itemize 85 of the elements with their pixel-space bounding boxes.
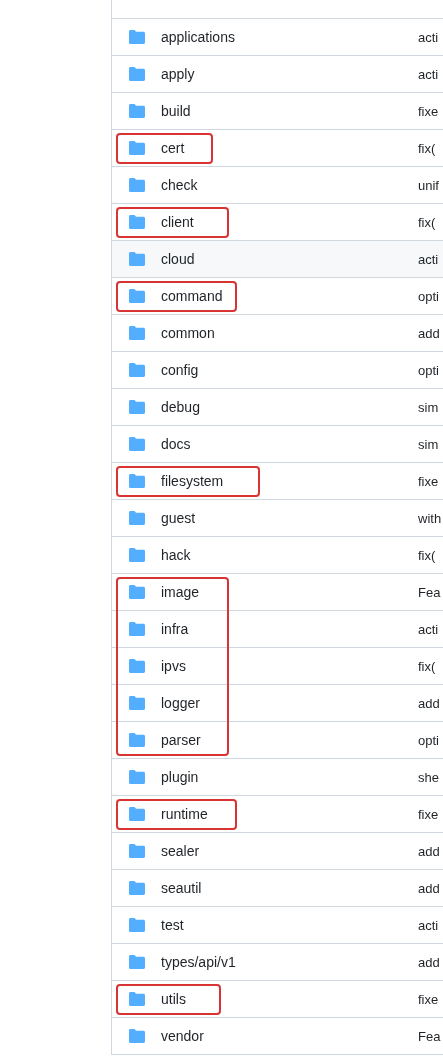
folder-icon <box>129 622 145 636</box>
folder-name[interactable]: cloud <box>161 251 418 267</box>
commit-message[interactable]: sim <box>418 399 439 415</box>
folder-name[interactable]: logger <box>161 695 418 711</box>
folder-icon <box>129 918 145 932</box>
commit-message[interactable]: unif <box>418 177 439 193</box>
folder-name[interactable]: image <box>161 584 418 600</box>
folder-name[interactable]: plugin <box>161 769 418 785</box>
folder-name[interactable]: cert <box>161 140 418 156</box>
commit-message[interactable]: add <box>418 880 440 896</box>
commit-message[interactable]: fixe <box>418 806 439 822</box>
folder-icon <box>129 67 145 81</box>
folder-name[interactable]: infra <box>161 621 418 637</box>
folder-icon <box>129 363 145 377</box>
folder-name[interactable]: utils <box>161 991 418 1007</box>
commit-message[interactable]: acti <box>418 917 439 933</box>
folder-icon <box>129 326 145 340</box>
folder-name[interactable]: docs <box>161 436 418 452</box>
commit-message[interactable]: acti <box>418 251 439 267</box>
folder-name[interactable]: client <box>161 214 418 230</box>
folder-icon <box>129 511 145 525</box>
folder-icon <box>129 252 145 266</box>
folder-name[interactable]: test <box>161 917 418 933</box>
commit-message[interactable]: acti <box>418 621 439 637</box>
folder-icon <box>129 215 145 229</box>
commit-message[interactable]: add <box>418 843 440 859</box>
commit-message[interactable]: Fea <box>418 584 441 600</box>
commit-message[interactable]: acti <box>418 29 439 45</box>
folder-name[interactable]: sealer <box>161 843 418 859</box>
commit-message[interactable]: sim <box>418 436 439 452</box>
folder-name[interactable]: seautil <box>161 880 418 896</box>
commit-message[interactable]: with <box>418 510 442 526</box>
folder-icon <box>129 844 145 858</box>
file-row[interactable]: cloud acti <box>112 241 443 278</box>
commit-message[interactable]: add <box>418 325 440 341</box>
commit-message[interactable]: she <box>418 769 439 785</box>
commit-message[interactable]: fix( <box>418 214 436 230</box>
folder-name[interactable]: debug <box>161 399 418 415</box>
commit-message[interactable]: fixe <box>418 991 439 1007</box>
folder-name[interactable]: types/api/v1 <box>161 954 418 970</box>
folder-name[interactable]: common <box>161 325 418 341</box>
folder-name[interactable]: parser <box>161 732 418 748</box>
folder-icon <box>129 141 145 155</box>
folder-icon <box>129 1029 145 1043</box>
folder-icon <box>129 696 145 710</box>
commit-message[interactable]: opti <box>418 362 439 378</box>
commit-message[interactable]: fix( <box>418 140 436 156</box>
commit-message[interactable]: opti <box>418 732 439 748</box>
folder-icon <box>129 659 145 673</box>
commit-message[interactable]: fixe <box>418 103 439 119</box>
commit-message[interactable]: acti <box>418 66 439 82</box>
folder-name[interactable]: build <box>161 103 418 119</box>
folder-icon <box>129 807 145 821</box>
folder-icon <box>129 955 145 969</box>
folder-name[interactable]: applications <box>161 29 418 45</box>
folder-icon <box>129 400 145 414</box>
folder-name[interactable]: vendor <box>161 1028 418 1044</box>
folder-icon <box>129 474 145 488</box>
commit-message[interactable]: add <box>418 954 440 970</box>
folder-name[interactable]: filesystem <box>161 473 418 489</box>
folder-icon <box>129 437 145 451</box>
folder-icon <box>129 585 145 599</box>
commit-message[interactable]: Fea <box>418 1028 441 1044</box>
folder-name[interactable]: runtime <box>161 806 418 822</box>
folder-icon <box>129 881 145 895</box>
commit-message[interactable]: fix( <box>418 547 436 563</box>
folder-name[interactable]: ipvs <box>161 658 418 674</box>
folder-name[interactable]: apply <box>161 66 418 82</box>
folder-icon <box>129 30 145 44</box>
folder-icon <box>129 548 145 562</box>
folder-icon <box>129 733 145 747</box>
folder-icon <box>129 992 145 1006</box>
folder-name[interactable]: hack <box>161 547 418 563</box>
folder-name[interactable]: command <box>161 288 418 304</box>
commit-message[interactable]: add <box>418 695 440 711</box>
folder-icon <box>129 178 145 192</box>
commit-message[interactable]: fix( <box>418 658 436 674</box>
folder-icon <box>129 104 145 118</box>
folder-name[interactable]: config <box>161 362 418 378</box>
folder-icon <box>129 770 145 784</box>
folder-icon <box>129 289 145 303</box>
commit-message[interactable]: opti <box>418 288 439 304</box>
commit-message[interactable]: fixe <box>418 473 439 489</box>
folder-name[interactable]: guest <box>161 510 418 526</box>
folder-name[interactable]: check <box>161 177 418 193</box>
